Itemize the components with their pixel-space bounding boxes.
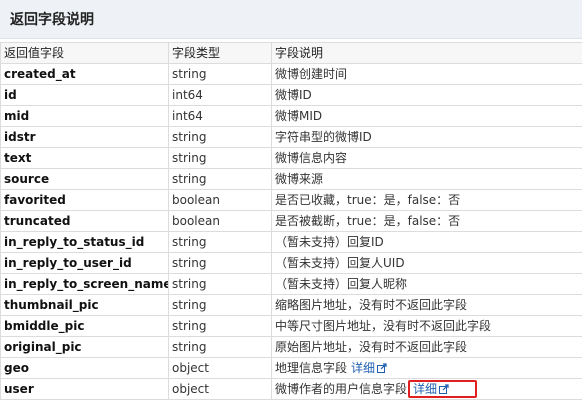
table-row: text string 微博信息内容 bbox=[0, 147, 582, 169]
table-row: in_reply_to_screen_name string （暂未支持）回复人… bbox=[0, 273, 582, 295]
field-name: bmiddle_pic bbox=[0, 315, 169, 337]
user-detail-link[interactable]: 详细 bbox=[413, 382, 449, 396]
column-header-field: 返回值字段 bbox=[0, 42, 169, 64]
field-description: 原始图片地址，没有时不返回此字段 bbox=[271, 336, 582, 358]
table-row: created_at string 微博创建时间 bbox=[0, 63, 582, 85]
field-type: string bbox=[168, 63, 272, 85]
field-name: in_reply_to_screen_name bbox=[0, 273, 169, 295]
field-name: truncated bbox=[0, 210, 169, 232]
field-description: 地理信息字段 详细 bbox=[271, 357, 582, 379]
column-header-description: 字段说明 bbox=[271, 42, 582, 64]
table-row: id int64 微博ID bbox=[0, 84, 582, 106]
field-name: original_pic bbox=[0, 336, 169, 358]
table-row: in_reply_to_status_id string （暂未支持）回复ID bbox=[0, 231, 582, 253]
field-description-text: 地理信息字段 bbox=[275, 361, 348, 375]
field-description: 微博信息内容 bbox=[271, 147, 582, 169]
field-type: object bbox=[168, 357, 272, 379]
field-name: favorited bbox=[0, 189, 169, 211]
section-header: 返回字段说明 bbox=[0, 0, 582, 39]
field-name: created_at bbox=[0, 63, 169, 85]
field-type: string bbox=[168, 147, 272, 169]
field-description: 字符串型的微博ID bbox=[271, 126, 582, 148]
table-row: bmiddle_pic string 中等尺寸图片地址，没有时不返回此字段 bbox=[0, 315, 582, 337]
field-description: （暂未支持）回复人昵称 bbox=[271, 273, 582, 295]
table-header-row: 返回值字段 字段类型 字段说明 bbox=[0, 42, 582, 64]
external-link-icon bbox=[439, 384, 449, 394]
highlight-box: 详细 bbox=[408, 380, 478, 398]
field-name: idstr bbox=[0, 126, 169, 148]
field-type: string bbox=[168, 126, 272, 148]
field-name: thumbnail_pic bbox=[0, 294, 169, 316]
field-type: object bbox=[168, 378, 272, 400]
table-row: truncated boolean 是否被截断，true：是，false：否 bbox=[0, 210, 582, 232]
field-type: string bbox=[168, 336, 272, 358]
table-row: idstr string 字符串型的微博ID bbox=[0, 126, 582, 148]
detail-link-label: 详细 bbox=[351, 361, 376, 375]
table-row: source string 微博来源 bbox=[0, 168, 582, 190]
field-description: 是否已收藏，true：是，false：否 bbox=[271, 189, 582, 211]
table-row: mid int64 微博MID bbox=[0, 105, 582, 127]
field-description: 微博创建时间 bbox=[271, 63, 582, 85]
table-row: favorited boolean 是否已收藏，true：是，false：否 bbox=[0, 189, 582, 211]
table-row: geo object 地理信息字段 详细 bbox=[0, 357, 582, 379]
return-fields-table: 返回值字段 字段类型 字段说明 created_at string 微博创建时间… bbox=[0, 42, 582, 400]
field-type: int64 bbox=[168, 105, 272, 127]
field-description: （暂未支持）回复人UID bbox=[271, 252, 582, 274]
field-type: string bbox=[168, 252, 272, 274]
field-name: geo bbox=[0, 357, 169, 379]
field-description: 缩略图片地址，没有时不返回此字段 bbox=[271, 294, 582, 316]
external-link-icon bbox=[377, 363, 387, 373]
field-name: in_reply_to_user_id bbox=[0, 252, 169, 274]
table-row: original_pic string 原始图片地址，没有时不返回此字段 bbox=[0, 336, 582, 358]
column-header-type: 字段类型 bbox=[168, 42, 272, 64]
table-row: thumbnail_pic string 缩略图片地址，没有时不返回此字段 bbox=[0, 294, 582, 316]
field-type: string bbox=[168, 294, 272, 316]
table-row: user object 微博作者的用户信息字段 详细 bbox=[0, 378, 582, 400]
field-name: user bbox=[0, 378, 169, 400]
field-name: in_reply_to_status_id bbox=[0, 231, 169, 253]
field-type: string bbox=[168, 273, 272, 295]
field-description: 微博MID bbox=[271, 105, 582, 127]
field-description: 微博ID bbox=[271, 84, 582, 106]
geo-detail-link[interactable]: 详细 bbox=[351, 361, 387, 375]
field-description: （暂未支持）回复ID bbox=[271, 231, 582, 253]
field-type: int64 bbox=[168, 84, 272, 106]
field-type: boolean bbox=[168, 210, 272, 232]
field-description: 中等尺寸图片地址，没有时不返回此字段 bbox=[271, 315, 582, 337]
detail-link-label: 详细 bbox=[413, 382, 438, 396]
field-type: boolean bbox=[168, 189, 272, 211]
field-description: 微博来源 bbox=[271, 168, 582, 190]
field-description-text: 微博作者的用户信息字段 bbox=[275, 382, 408, 396]
field-type: string bbox=[168, 168, 272, 190]
field-name: mid bbox=[0, 105, 169, 127]
field-type: string bbox=[168, 231, 272, 253]
field-description: 是否被截断，true：是，false：否 bbox=[271, 210, 582, 232]
section-title: 返回字段说明 bbox=[10, 12, 94, 28]
field-type: string bbox=[168, 315, 272, 337]
field-name: source bbox=[0, 168, 169, 190]
field-name: id bbox=[0, 84, 169, 106]
field-name: text bbox=[0, 147, 169, 169]
field-description: 微博作者的用户信息字段 详细 bbox=[271, 378, 582, 400]
table-row: in_reply_to_user_id string （暂未支持）回复人UID bbox=[0, 252, 582, 274]
